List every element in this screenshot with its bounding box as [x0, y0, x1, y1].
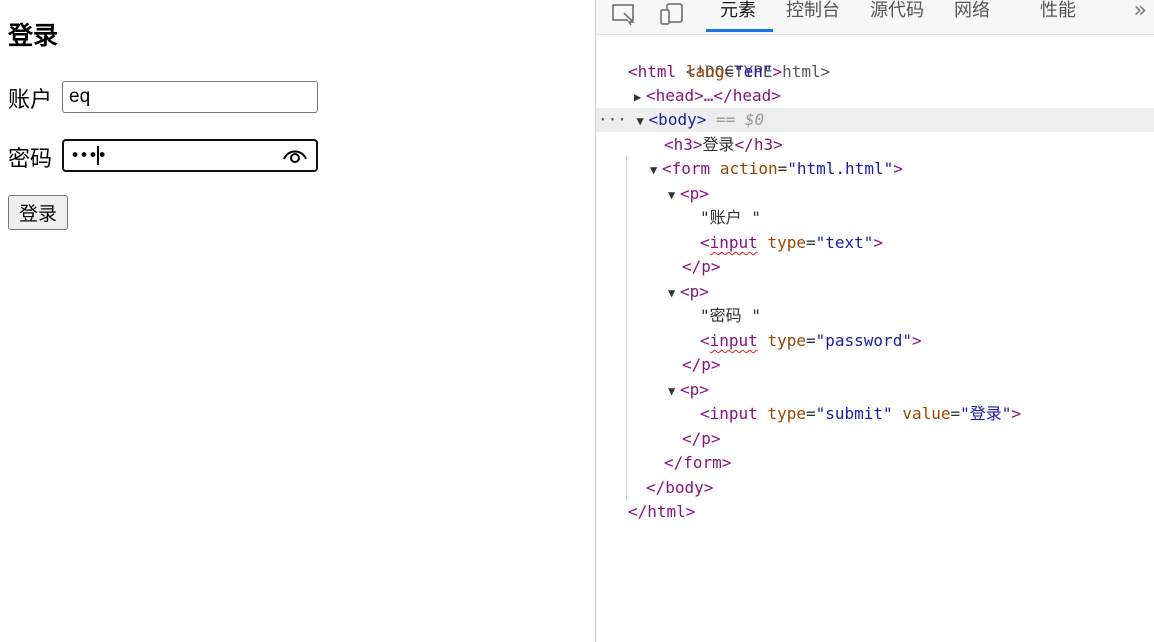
- node-p[interactable]: ▼ <p>: [668, 280, 709, 304]
- node-h3[interactable]: <h3>登录</h3>: [664, 133, 783, 157]
- tab-performance[interactable]: 性能: [1040, 0, 1076, 32]
- node-p[interactable]: ▼ <p>: [668, 182, 709, 206]
- submit-button[interactable]: 登录: [8, 195, 69, 230]
- page-title: 登录: [8, 21, 59, 50]
- row-menu-dots[interactable]: ···: [598, 110, 627, 129]
- tab-console[interactable]: 控制台: [786, 0, 840, 32]
- tab-network[interactable]: 网络: [954, 0, 990, 32]
- indent-guide: [626, 156, 627, 500]
- collapse-triangle-icon[interactable]: ▼: [668, 379, 680, 403]
- node-p[interactable]: ▼ <p>: [668, 378, 709, 402]
- active-tab-indicator: [706, 29, 773, 32]
- collapse-triangle-icon[interactable]: ▼: [668, 183, 680, 207]
- node-form-close[interactable]: </form>: [664, 451, 731, 475]
- eye-icon[interactable]: [282, 146, 308, 168]
- node-text[interactable]: "密码 ": [700, 304, 761, 328]
- tab-elements[interactable]: 元素: [720, 0, 756, 32]
- node-p-close[interactable]: </p>: [682, 427, 721, 451]
- node-doctype[interactable]: <!DOCTYPE html>: [628, 36, 831, 81]
- node-text[interactable]: "账户 ": [700, 206, 761, 230]
- inspect-element-icon[interactable]: [611, 2, 637, 30]
- collapse-triangle-icon[interactable]: ▼: [650, 158, 662, 182]
- node-head[interactable]: ▶ <head>…</head>: [634, 84, 781, 108]
- tab-sources[interactable]: 源代码: [870, 0, 924, 32]
- text-caret: [97, 146, 99, 165]
- password-mask: ••••: [70, 146, 107, 166]
- collapse-triangle-icon[interactable]: ▼: [637, 109, 649, 133]
- node-p-close[interactable]: </p>: [682, 353, 721, 377]
- collapse-triangle-icon[interactable]: ▼: [668, 281, 680, 305]
- node-html[interactable]: <html lang="en">: [628, 60, 782, 84]
- devtools-panel: 元素 控制台 源代码 网络 性能 » <!DOCTYPE html> <html…: [595, 0, 1154, 642]
- device-toolbar-icon[interactable]: [659, 2, 685, 30]
- account-label: 账户: [8, 88, 53, 113]
- rendered-page: 登录 账户 eq 密码 •••• 登录: [0, 0, 595, 642]
- more-tabs-button[interactable]: »: [1134, 0, 1147, 23]
- node-input[interactable]: <input type="text">: [700, 231, 883, 255]
- expand-triangle-icon[interactable]: ▶: [634, 85, 646, 109]
- node-p-close[interactable]: </p>: [682, 255, 721, 279]
- password-label: 密码: [8, 147, 53, 172]
- node-form[interactable]: ▼ <form action="html.html">: [650, 157, 903, 181]
- devtools-toolbar: 元素 控制台 源代码 网络 性能 »: [596, 0, 1154, 35]
- node-input[interactable]: <input type="submit" value="登录">: [700, 402, 1021, 426]
- account-input-value: eq: [69, 86, 91, 107]
- node-input[interactable]: <input type="password">: [700, 329, 922, 353]
- password-input[interactable]: ••••: [62, 139, 318, 172]
- account-input[interactable]: eq: [62, 81, 318, 113]
- node-html-close[interactable]: </html>: [628, 500, 695, 524]
- node-body[interactable]: ··· ▼ <body> == $0: [598, 108, 764, 132]
- node-body-close[interactable]: </body>: [646, 476, 713, 500]
